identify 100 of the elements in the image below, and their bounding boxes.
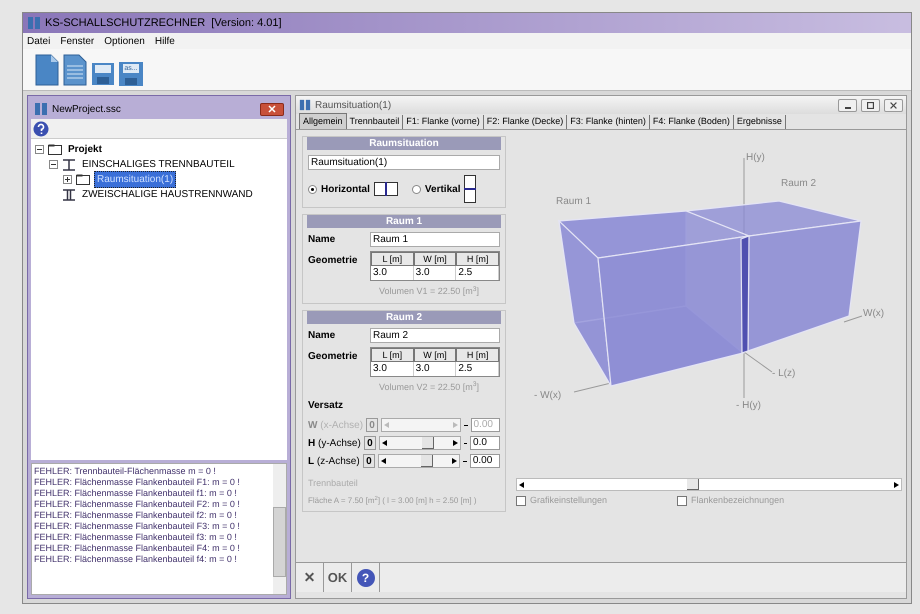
radio-label: Horizontal: [321, 182, 370, 196]
minimize-icon: [844, 106, 850, 108]
tab[interactable]: Ergebnisse: [734, 115, 786, 129]
log-line: FEHLER: Flächenmasse Flankenbauteil F4: m = 0 !: [34, 543, 241, 554]
log-line: FEHLER: Flächenmasse Flankenbauteil f1: m = 0 !: [34, 488, 238, 499]
view-scrollbar[interactable]: [516, 478, 902, 491]
log-line: FEHLER: Flächenmasse Flankenbauteil F1: m = 0 !: [34, 477, 241, 488]
tree-item[interactable]: ZWEISCHALIGE HAUSTRENNWAND: [80, 187, 255, 202]
column-header: L [m]: [371, 252, 414, 266]
tab[interactable]: F2: Flanke (Decke): [484, 115, 568, 129]
log-line: FEHLER: Flächenmasse Flankenbauteil f2: m = 0 !: [34, 510, 238, 521]
right-arrow-icon[interactable]: [894, 482, 899, 488]
name-field[interactable]: Raumsituation(1): [308, 155, 500, 170]
stacked-icon: [464, 175, 476, 203]
radio-label: Vertikal: [424, 182, 460, 196]
volume-text: Volumen V2 = 22.50 [m$^{3}$]: [378, 380, 480, 394]
scroll-thumb[interactable]: [687, 479, 699, 490]
volume-text: Volumen V1 = 22.50 [m$^{3}$]: [378, 285, 480, 298]
column-header: H [m]: [456, 252, 499, 266]
document-icon[interactable]: [63, 54, 87, 86]
minus-icon: [36, 146, 43, 153]
tab[interactable]: F1: Flanke (vorne): [403, 115, 484, 129]
tab[interactable]: Allgemein: [299, 113, 347, 129]
column-header: H [m]: [456, 348, 499, 362]
axis-label: L (z-Achse): [308, 454, 360, 468]
column-header: L [m]: [371, 348, 414, 362]
dimension-field[interactable]: 3.0: [414, 266, 456, 280]
minimize-button[interactable]: [838, 98, 857, 112]
menu-item[interactable]: Hilfe: [154, 34, 175, 48]
tab[interactable]: F3: Flanke (hinten): [567, 115, 650, 129]
close-icon: [268, 105, 276, 113]
log-line: FEHLER: Flächenmasse Flankenbauteil F3: m = 0 !: [34, 521, 241, 532]
dimension-field[interactable]: 3.0: [371, 362, 414, 376]
close-button[interactable]: [884, 98, 903, 112]
radio-button[interactable]: [308, 184, 317, 194]
menu-item[interactable]: Datei: [27, 34, 50, 48]
radio-button[interactable]: [412, 184, 421, 194]
offset-field[interactable]: 0.0: [470, 436, 500, 450]
collapse-toggle[interactable]: [49, 160, 58, 169]
name-field[interactable]: Raum 1: [370, 232, 500, 247]
log-line: FEHLER: Trennbauteil-Flächenmasse m = 0 !: [34, 466, 217, 477]
dimension-field[interactable]: 3.0: [371, 266, 414, 280]
tree-item[interactable]: EINSCHALIGES TRENNBAUTEIL: [80, 157, 237, 172]
expand-toggle[interactable]: [63, 175, 72, 184]
name-field[interactable]: Raum 2: [370, 328, 500, 342]
menu-item[interactable]: Optionen: [104, 34, 145, 48]
window-title: KS-SCHALLSCHUTZRECHNER [Version: 4.01]: [45, 16, 282, 31]
tab[interactable]: F4: Flanke (Boden): [650, 115, 734, 129]
column-header: W [m]: [414, 348, 456, 362]
section-header: Raumsituation: [307, 137, 501, 150]
app-icon: [27, 16, 41, 30]
axis-label: W(x): [863, 307, 884, 321]
axis-label: - L(z): [772, 367, 796, 381]
min-value: 0: [362, 454, 376, 468]
checkbox[interactable]: [677, 496, 688, 506]
field-label: Name: [308, 233, 336, 247]
checkbox-label: Grafikeinstellungen: [530, 494, 608, 507]
tree-item[interactable]: Raumsituation(1): [94, 171, 176, 188]
ok-button[interactable]: OK: [324, 563, 352, 592]
offset-field[interactable]: 0.00: [470, 454, 500, 468]
min-value: 0: [364, 436, 376, 450]
help-button[interactable]: ?: [352, 563, 380, 592]
field-label: Geometrie: [308, 254, 358, 268]
axis-label: Raum 2: [781, 177, 816, 191]
menu-item[interactable]: Fenster: [60, 34, 94, 48]
log-line: FEHLER: Flächenmasse Flankenbauteil f3: m = 0 !: [34, 532, 238, 543]
dimension-field[interactable]: 2.5: [456, 362, 499, 376]
window-icon: [299, 99, 311, 111]
window-title: NewProject.ssc: [52, 102, 122, 116]
help-icon[interactable]: [33, 120, 49, 136]
new-file-icon[interactable]: [35, 54, 59, 86]
double-wall-icon: [62, 188, 76, 200]
axis-label: Raum 1: [556, 195, 592, 209]
wall-icon: [62, 158, 76, 170]
column-header: W [m]: [414, 252, 456, 266]
side-by-side-icon: [374, 182, 398, 196]
tab[interactable]: Trennbauteil: [346, 115, 404, 129]
close-button[interactable]: [260, 102, 284, 116]
checkbox[interactable]: [516, 496, 526, 506]
close-icon: [890, 102, 897, 108]
axis-label: - W(x): [534, 389, 562, 403]
scrollbar[interactable]: [273, 464, 286, 594]
minus-icon: [50, 161, 57, 168]
folder-icon: [76, 174, 90, 185]
collapse-toggle[interactable]: [35, 145, 44, 154]
log-line: FEHLER: Flächenmasse Flankenbauteil F2: m = 0 !: [34, 499, 241, 510]
maximize-button[interactable]: [861, 98, 880, 112]
dimension-field[interactable]: 3.0: [414, 362, 456, 376]
maximize-icon: [867, 102, 874, 108]
field-label: Geometrie: [308, 350, 358, 364]
left-arrow-icon[interactable]: [519, 482, 524, 488]
tree-item[interactable]: Projekt: [66, 142, 104, 157]
window-title: Raumsituation(1): [315, 98, 392, 112]
dimension-field[interactable]: 2.5: [456, 266, 499, 280]
cancel-button[interactable]: ×: [296, 563, 324, 592]
min-value: 0: [366, 418, 378, 432]
checkbox-label: Flankenbezeichnungen: [691, 494, 784, 507]
section-header: Raum 2: [307, 310, 501, 324]
area-text: Fläche A = 7.50 [m$^{2}$] ( l = 3.00 [m] h = 2.50 [m] ): [308, 494, 478, 506]
section-caption: Trennbauteil: [308, 477, 359, 490]
